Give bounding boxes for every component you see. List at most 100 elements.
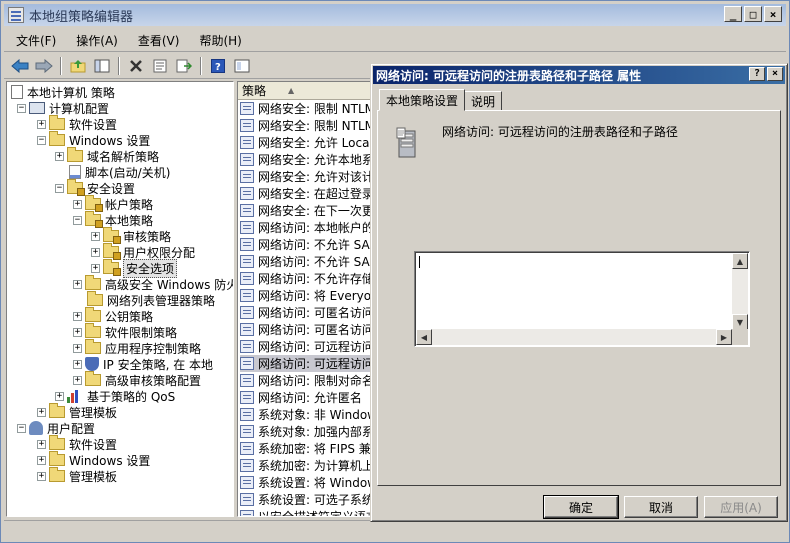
up-folder-icon[interactable] — [68, 56, 88, 76]
list-item[interactable]: 网络访问: 不允许 SA — [240, 253, 370, 270]
close-button[interactable]: × — [764, 6, 782, 22]
scroll-left-icon[interactable]: ◀ — [416, 329, 432, 345]
tree-item-security-settings[interactable]: − 安全设置 — [55, 179, 135, 196]
tree-item-user-admin-templates[interactable]: + 管理模板 — [37, 467, 117, 484]
menu-help[interactable]: 帮助(H) — [187, 32, 249, 49]
collapse-icon[interactable]: − — [55, 183, 64, 193]
list-item[interactable]: 网络访问: 限制对命名 — [240, 372, 372, 389]
tree-item-software-restriction[interactable]: + 软件限制策略 — [73, 323, 177, 340]
list-item[interactable]: 网络安全: 在下一次更 — [240, 202, 372, 219]
tree-item-application-control[interactable]: + 应用程序控制策略 — [73, 339, 201, 356]
minimize-button[interactable]: _ — [724, 6, 742, 22]
list-item[interactable]: 网络访问: 将 Everyo — [240, 287, 371, 304]
tree-item-qos[interactable]: + 基于策略的 QoS — [55, 388, 175, 404]
maximize-button[interactable]: □ — [744, 6, 762, 22]
list-item[interactable]: 网络访问: 不允许 SA — [240, 236, 370, 253]
expand-icon[interactable]: + — [73, 279, 82, 289]
menu-action[interactable]: 操作(A) — [64, 32, 126, 49]
list-item[interactable]: 网络安全: 限制 NTLM — [240, 100, 372, 117]
tree-item-security-options[interactable]: + 安全选项 — [91, 258, 178, 278]
expand-icon[interactable]: + — [73, 327, 82, 337]
expand-icon[interactable]: + — [37, 119, 46, 129]
help-icon[interactable]: ? — [208, 56, 228, 76]
list-item[interactable]: 网络访问: 可匿名访问 — [240, 304, 372, 321]
expand-icon[interactable]: + — [37, 439, 46, 449]
tree-item-advanced-audit[interactable]: + 高级审核策略配置 — [73, 371, 201, 388]
collapse-icon[interactable]: − — [17, 103, 26, 113]
menu-view[interactable]: 查看(V) — [126, 32, 188, 49]
expand-icon[interactable]: + — [73, 199, 82, 209]
list-item[interactable]: 系统对象: 加强内部系 — [240, 423, 372, 440]
list-item[interactable]: 网络访问: 允许匿名 — [240, 389, 362, 406]
collapse-icon[interactable]: − — [17, 423, 26, 433]
expand-icon[interactable]: + — [91, 231, 100, 241]
list-item[interactable]: 网络安全: 允许本地系 — [240, 151, 372, 168]
list-item[interactable]: 网络访问: 可匿名访问 — [240, 321, 372, 338]
tree-item-public-key-policies[interactable]: + 公钥策略 — [73, 307, 153, 324]
list-item[interactable]: 网络安全: 允许对该计 — [240, 168, 372, 185]
vertical-scrollbar[interactable]: ▲ ▼ — [732, 253, 748, 330]
expand-icon[interactable]: + — [55, 151, 64, 161]
tree-item-scripts[interactable]: 脚本(启动/关机) — [69, 164, 170, 180]
tree-item-firewall[interactable]: + 高级安全 Windows 防火 — [73, 275, 233, 292]
delete-icon[interactable] — [126, 56, 146, 76]
expand-icon[interactable]: + — [73, 359, 82, 369]
list-item[interactable]: 系统设置: 可选子系统 — [240, 491, 372, 508]
export-list-icon[interactable] — [174, 56, 194, 76]
tree-item-name-resolution-policy[interactable]: + 域名解析策略 — [55, 147, 159, 164]
dialog-close-button[interactable]: × — [767, 67, 783, 81]
expand-icon[interactable]: + — [37, 407, 46, 417]
menu-file[interactable]: 文件(F) — [4, 32, 64, 49]
list-item[interactable]: 网络访问: 本地帐户的 — [240, 219, 372, 236]
list-item[interactable]: 系统对象: 非 Window — [240, 406, 372, 423]
list-item[interactable]: 网络安全: 允许 Loca — [240, 134, 369, 151]
tree-item-admin-templates[interactable]: + 管理模板 — [37, 403, 117, 420]
ok-button[interactable]: 确定 — [543, 495, 619, 519]
expand-icon[interactable]: + — [91, 247, 100, 257]
collapse-icon[interactable]: − — [73, 215, 82, 225]
scroll-right-icon[interactable]: ▶ — [716, 329, 732, 345]
tree-item-local-computer-policy[interactable]: 本地计算机 策略 — [11, 84, 115, 100]
tree-pane[interactable]: 本地计算机 策略 − 计算机配置 + 软件设置 − Windows 设置 + 域… — [6, 81, 234, 517]
tree-item-user-config[interactable]: − 用户配置 — [17, 420, 95, 436]
scroll-up-icon[interactable]: ▲ — [732, 253, 748, 269]
collapse-icon[interactable]: − — [37, 135, 46, 145]
dialog-title-bar[interactable]: 网络访问: 可远程访问的注册表路径和子路径 属性 ? × — [373, 66, 785, 84]
list-item[interactable]: 网络安全: 在超过登录 — [240, 185, 372, 202]
back-icon[interactable] — [10, 56, 30, 76]
properties-icon[interactable] — [150, 56, 170, 76]
tree-item-network-list-manager[interactable]: 网络列表管理器策略 — [87, 291, 215, 308]
dialog-help-button[interactable]: ? — [749, 67, 765, 81]
expand-icon[interactable]: + — [73, 343, 82, 353]
show-hide-tree-icon[interactable] — [92, 56, 112, 76]
tree-item-ip-security[interactable]: + IP 安全策略, 在 本地 — [73, 356, 213, 372]
policy-list-pane[interactable]: 策略 ▲ 网络安全: 限制 NTLM 网络安全: 限制 NTLM 网络安全: 允… — [237, 81, 373, 517]
column-header-policy[interactable]: 策略 ▲ — [238, 82, 372, 100]
cancel-button[interactable]: 取消 — [624, 496, 698, 518]
forward-icon[interactable] — [34, 56, 54, 76]
list-item[interactable]: 网络访问: 不允许存储 — [240, 270, 372, 287]
expand-icon[interactable]: + — [73, 375, 82, 385]
expand-icon[interactable]: + — [91, 263, 100, 273]
console-view-icon[interactable] — [232, 56, 252, 76]
scroll-down-icon[interactable]: ▼ — [732, 314, 748, 330]
tree-item-computer-config[interactable]: − 计算机配置 — [17, 100, 109, 116]
expand-icon[interactable]: + — [55, 391, 64, 401]
tree-item-user-software-settings[interactable]: + 软件设置 — [37, 435, 117, 452]
tree-item-windows-settings[interactable]: − Windows 设置 — [37, 131, 150, 148]
list-item-selected[interactable]: 网络访问: 可远程访问 — [240, 355, 372, 372]
apply-button[interactable]: 应用(A) — [704, 496, 778, 518]
expand-icon[interactable]: + — [37, 471, 46, 481]
list-item[interactable]: 网络安全: 限制 NTLM — [240, 117, 372, 134]
tree-item-account-policies[interactable]: + 帐户策略 — [73, 195, 153, 212]
list-item[interactable]: 系统加密: 为计算机上 — [240, 457, 372, 474]
registry-paths-textbox[interactable]: ▲ ▼ ◀ ▶ — [414, 251, 750, 347]
tab-explain[interactable]: 说明 — [465, 91, 503, 111]
list-item[interactable]: 系统加密: 将 FIPS 兼 — [240, 440, 371, 457]
expand-icon[interactable]: + — [73, 311, 82, 321]
list-item[interactable]: 系统设置: 将 Window — [240, 474, 372, 491]
expand-icon[interactable]: + — [37, 455, 46, 465]
list-item[interactable]: 网络访问: 可远程访问 — [240, 338, 372, 355]
tab-local-policy-setting[interactable]: 本地策略设置 — [379, 89, 466, 111]
tree-item-local-policies[interactable]: − 本地策略 — [73, 211, 153, 228]
